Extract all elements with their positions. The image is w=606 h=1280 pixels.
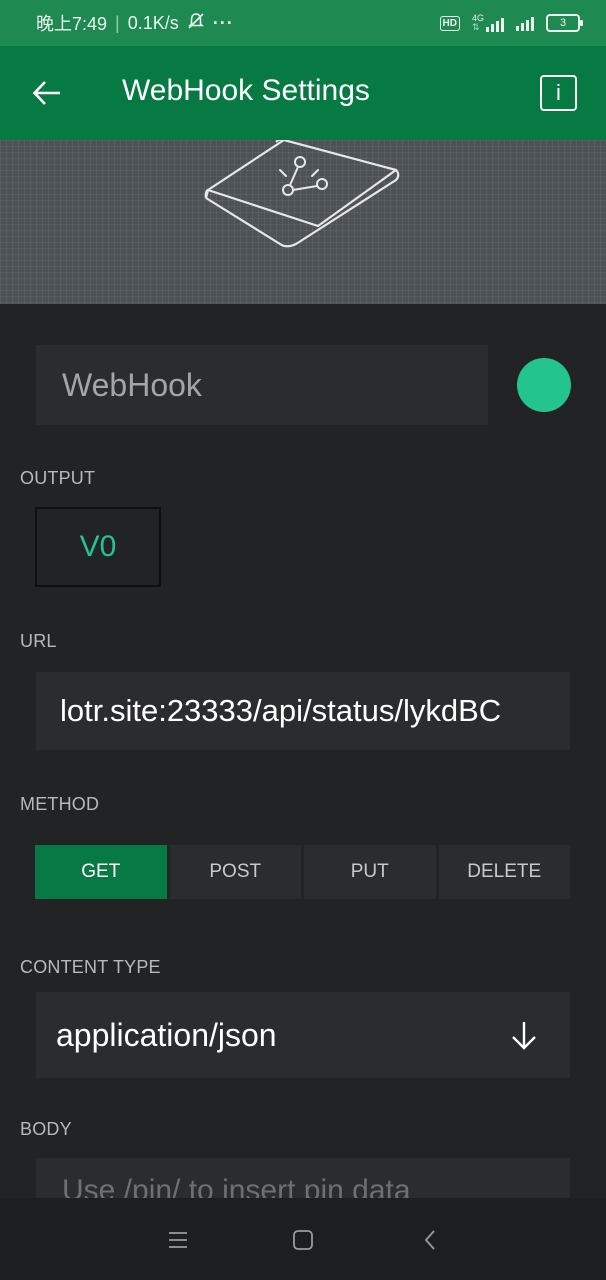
widget-preview xyxy=(0,140,606,304)
menu-icon xyxy=(169,1232,187,1248)
hd-badge: HD xyxy=(439,15,460,31)
network-type: 4G ⇅ xyxy=(471,13,484,32)
url-input[interactable]: lotr.site:23333/api/status/lykdBC xyxy=(36,672,570,750)
mute-bell-icon xyxy=(187,12,205,35)
method-put-button[interactable]: PUT xyxy=(304,845,436,899)
home-square-icon xyxy=(293,1230,313,1250)
content-type-value: application/json xyxy=(56,1016,277,1053)
widget-name-field[interactable]: WebHook xyxy=(36,345,488,425)
status-time: 晚上7:49 xyxy=(36,14,108,34)
method-label: METHOD xyxy=(20,794,100,814)
widget-name-value: WebHook xyxy=(62,366,202,403)
output-pin-value: V0 xyxy=(79,530,117,563)
output-label: OUTPUT xyxy=(20,468,96,488)
method-segmented-control: GET POST PUT DELETE xyxy=(35,845,570,899)
back-button[interactable] xyxy=(30,76,64,110)
status-bar: 晚上7:49 | 0.1K/s ··· HD 4G ⇅ 3 xyxy=(0,0,606,46)
info-button[interactable]: i xyxy=(540,75,577,111)
page-title: WebHook Settings xyxy=(122,74,370,107)
body-label: BODY xyxy=(20,1119,72,1139)
content-type-label: CONTENT TYPE xyxy=(20,957,161,977)
webhook-widget-icon xyxy=(204,140,400,248)
signal-1-icon xyxy=(486,16,504,32)
arrow-down-icon xyxy=(512,1022,536,1050)
signal-2-icon xyxy=(516,15,534,31)
method-delete-button[interactable]: DELETE xyxy=(438,845,570,899)
url-label: URL xyxy=(20,631,57,651)
content-type-dropdown[interactable]: application/json xyxy=(36,992,570,1078)
method-get-button[interactable]: GET xyxy=(35,845,167,899)
arrow-left-icon xyxy=(32,81,60,105)
nav-menu-button[interactable] xyxy=(160,1222,196,1258)
status-more-icon: ··· xyxy=(212,12,234,33)
system-nav-bar xyxy=(0,1198,606,1280)
status-network-speed: 0.1K/s xyxy=(127,12,179,33)
output-pin-selector[interactable]: V0 xyxy=(35,507,161,587)
url-value: lotr.site:23333/api/status/lykdBC xyxy=(60,693,502,728)
battery-icon: 3 xyxy=(546,14,583,32)
nav-back-button[interactable] xyxy=(412,1222,448,1258)
widget-color-picker[interactable] xyxy=(517,358,571,412)
app-bar: WebHook Settings i xyxy=(0,46,606,140)
nav-home-button[interactable] xyxy=(285,1222,321,1258)
chevron-left-icon xyxy=(424,1230,435,1250)
status-separator: | xyxy=(115,12,120,33)
info-icon: i xyxy=(556,80,561,105)
method-post-button[interactable]: POST xyxy=(169,845,301,899)
